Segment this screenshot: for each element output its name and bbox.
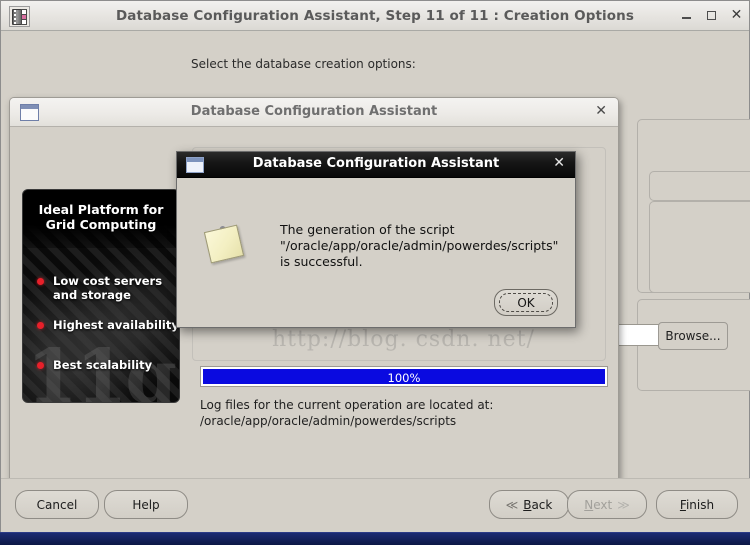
message-dialog-body: The generation of the script "/oracle/ap… [177, 178, 575, 328]
close-icon[interactable]: ✕ [730, 8, 743, 22]
branding-headline-line2: Grid Computing [45, 217, 157, 232]
back-button[interactable]: ≪ Back [489, 490, 569, 519]
log-location-line1: Log files for the current operation are … [200, 398, 494, 412]
cancel-button-label: Cancel [36, 497, 78, 512]
message-text: The generation of the script "/oracle/ap… [280, 222, 559, 269]
help-button[interactable]: Help [104, 490, 188, 519]
background-panel-field-row [649, 171, 750, 201]
branding-bullet: Low cost servers and storage [37, 274, 179, 302]
branding-bullet: Highest availability [37, 318, 179, 332]
ok-button-label: OK [517, 295, 535, 310]
progress-percent-label: 100% [387, 371, 421, 385]
desktop-taskbar [0, 532, 750, 545]
log-location-text: Log files for the current operation are … [200, 397, 620, 429]
chevron-right-icon: ≫ [617, 497, 630, 512]
message-dialog-titlebar[interactable]: Database Configuration Assistant ✕ [177, 152, 575, 178]
log-location-line2: /oracle/app/oracle/admin/powerdes/script… [200, 414, 457, 428]
back-button-label: Back [523, 497, 553, 512]
next-button[interactable]: Next ≫ [567, 490, 647, 519]
branding-panel: 11g Ideal Platform for Grid Computing Lo… [22, 189, 180, 403]
screen: Database Configuration Assistant, Step 1… [0, 0, 750, 545]
main-window-titlebar[interactable]: Database Configuration Assistant, Step 1… [1, 1, 749, 31]
cancel-button[interactable]: Cancel [15, 490, 99, 519]
branding-headline-line1: Ideal Platform for [38, 202, 164, 217]
next-button-label: Next [584, 497, 613, 512]
main-window-title: Database Configuration Assistant, Step 1… [115, 7, 635, 24]
background-panel-list [649, 201, 750, 293]
finish-button[interactable]: Finish [656, 490, 738, 519]
help-button-label: Help [132, 497, 160, 512]
creation-options-prompt: Select the database creation options: [191, 57, 416, 71]
main-window-body: Select the database creation options: Br… [1, 31, 750, 534]
message-dialog: Database Configuration Assistant ✕ The g… [176, 151, 576, 328]
message-dialog-title: Database Configuration Assistant [252, 156, 500, 171]
browse-button[interactable]: Browse... [658, 322, 728, 350]
branding-headline: Ideal Platform for Grid Computing [23, 202, 179, 232]
maximize-icon[interactable] [705, 9, 718, 22]
progress-area: 100% [200, 366, 608, 387]
progress-dialog-title: Database Configuration Assistant [190, 104, 438, 119]
wizard-button-bar: Cancel Help ≪ Back Next ≫ Finish [1, 478, 750, 534]
ok-button[interactable]: OK [494, 289, 558, 316]
progress-bar-fill: 100% [203, 369, 605, 385]
progress-bar: 100% [200, 366, 608, 387]
minimize-icon[interactable] [680, 9, 693, 22]
finish-button-label: Finish [679, 497, 715, 512]
chevron-left-icon: ≪ [505, 497, 519, 512]
progress-dialog-titlebar[interactable]: Database Configuration Assistant ✕ [10, 98, 618, 127]
window-controls: ✕ [680, 1, 743, 30]
close-icon[interactable]: ✕ [553, 155, 565, 171]
sticky-note-icon [203, 224, 245, 264]
branding-bullet: Best scalability [37, 358, 179, 372]
close-icon[interactable]: ✕ [595, 103, 607, 119]
main-window: Database Configuration Assistant, Step 1… [0, 0, 750, 534]
